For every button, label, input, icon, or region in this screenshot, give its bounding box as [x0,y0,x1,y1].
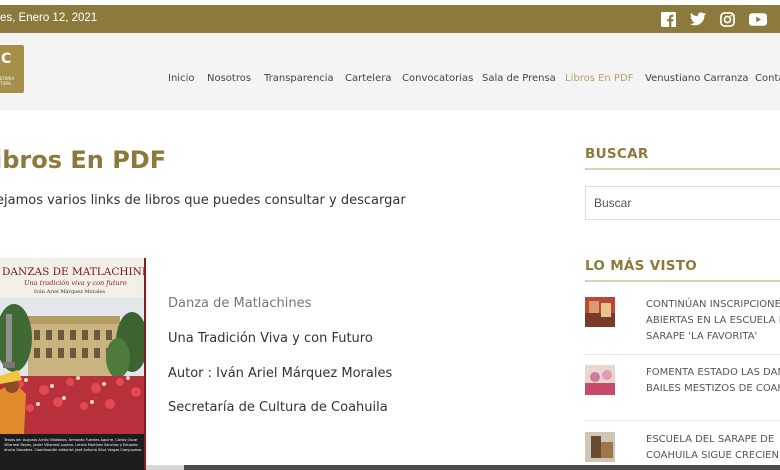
nav-transparencia[interactable]: Transparencia [264,73,334,84]
news-title: CONTINÚAN INSCRIPCIONES ABIERTAS EN LA E… [646,297,780,345]
nav-libros-en-pdf[interactable]: Libros En PDF [565,73,633,84]
news-item[interactable]: CONTINÚAN INSCRIPCIONES ABIERTAS EN LA E… [585,297,780,353]
most-viewed-heading: LO MÁS VISTO [585,258,698,274]
top-bar: es, Enero 12, 2021 [0,5,780,33]
search-input[interactable] [586,187,780,219]
news-title-line: FOMENTA ESTADO LAS DAN [646,367,780,378]
page-bottom-edge [146,465,184,470]
nav-nosotros[interactable]: Nosotros [207,73,251,84]
twitter-icon[interactable] [689,10,706,28]
search-heading-divider [585,168,780,170]
news-title: FOMENTA ESTADO LAS DAN BAILES MESTIZOS D… [646,365,780,397]
news-title-line: ABIERTAS EN LA ESCUELA D [646,315,780,326]
news-title: ESCUELA DEL SARAPE DE COAHUILA SIGUE CRE… [646,432,780,464]
logo-letters: C [1,51,12,67]
news-thumbnail [585,297,615,327]
nav-venustiano-carranza[interactable]: Venustiano Carranza [645,73,749,84]
facebook-icon[interactable] [660,10,676,28]
cover-credits: Textos de: Augusto Arrillo Villalobos, A… [4,438,143,452]
logo-small-text: ETARIA TURA [0,76,15,86]
book-author: Autor : Iván Ariel Márquez Morales [168,366,393,381]
page-footer-edge [184,465,780,470]
news-title-line: ESCUELA DEL SARAPE DE [646,434,775,445]
news-title-line: BAILES MESTIZOS DE COAH [646,383,780,394]
news-title-line: SARAPE 'LA FAVORITA' [646,331,758,342]
nav-contacto[interactable]: Conta [755,73,780,84]
site-header: C ETARIA TURA Inicio Nosotros Transparen… [0,33,780,110]
page-intro: ejamos varios links de libros que puedes… [0,193,406,208]
search-box [585,186,780,220]
instagram-icon[interactable] [719,10,736,28]
nav-inicio[interactable]: Inicio [168,73,194,84]
news-divider [585,420,780,421]
most-viewed-divider [585,280,780,282]
news-title-line: COAHUILA SIGUE CRECIEND [646,450,780,461]
site-logo[interactable]: C ETARIA TURA [0,45,24,93]
book-cover[interactable]: DANZAS DE MATLACHINES Una tradición viva… [0,258,146,470]
nav-convocatorias[interactable]: Convocatorias [402,73,473,84]
page-title: ibros En PDF [0,146,167,174]
news-thumbnail [585,432,615,462]
book-title-link[interactable]: Danza de Matlachines [168,296,311,311]
book-subtitle: Una Tradición Viva y con Futuro [168,331,373,346]
current-date: es, Enero 12, 2021 [0,12,98,24]
cover-subtitle: Una tradición viva y con futuro [24,279,127,287]
news-title-line: CONTINÚAN INSCRIPCIONES [646,299,780,310]
news-item[interactable]: FOMENTA ESTADO LAS DAN BAILES MESTIZOS D… [585,365,780,405]
search-heading: BUSCAR [585,146,649,162]
youtube-icon[interactable] [748,10,768,28]
news-thumbnail [585,365,615,395]
nav-cartelera[interactable]: Cartelera [345,73,391,84]
book-publisher: Secretaría de Cultura de Coahuila [168,400,388,415]
nav-sala-de-prensa[interactable]: Sala de Prensa [482,73,556,84]
news-divider [585,354,780,355]
cover-author: Iván Ariel Márquez Morales [34,289,106,295]
cover-title: DANZAS DE MATLACHINES [2,266,146,278]
